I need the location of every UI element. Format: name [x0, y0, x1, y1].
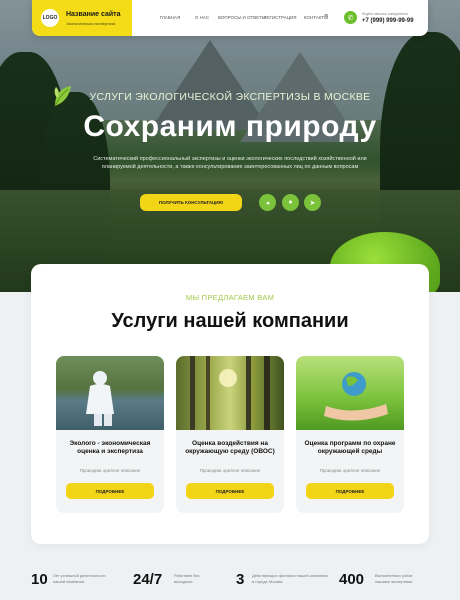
hero-section: [0, 0, 460, 292]
service-image-globe-hands: [296, 356, 404, 430]
stat-label: Выполненных работ нашими экспертами: [375, 573, 413, 584]
service-card[interactable]: Эколого - экономическая оценка и эксперт…: [56, 356, 164, 513]
main-nav: Главная О нас Вопросы и ответы Регистрац…: [154, 15, 332, 20]
telegram-icon[interactable]: ➤: [304, 194, 321, 211]
stat-label: Действующих филиала нашей компании в гор…: [252, 573, 328, 584]
logo-block[interactable]: LOGO Название сайта Экологическая экспер…: [32, 0, 132, 36]
stat-label: Работаем без выходных: [174, 573, 200, 584]
services-title: Услуги нашей компании: [111, 310, 349, 332]
get-consultation-button[interactable]: Получить консультацию: [140, 194, 242, 211]
logo[interactable]: LOGO: [41, 9, 59, 27]
site-tagline: Экологическая экспертиза: [66, 21, 116, 26]
phone-number[interactable]: +7 (999) 999-99-99: [362, 18, 414, 24]
vk-icon[interactable]: ◂: [259, 194, 276, 211]
services-panel: Мы предлагаем вам Услуги нашей компании …: [31, 264, 429, 544]
details-button[interactable]: Подробнее: [306, 483, 394, 499]
hero-title: Сохраним природу: [83, 110, 377, 143]
details-button[interactable]: Подробнее: [186, 483, 274, 499]
stat-value: 3: [236, 571, 245, 588]
nav-item-home[interactable]: Главная: [154, 15, 186, 20]
stat-value: 10: [31, 571, 48, 588]
service-title: Эколого - экономическая оценка и эксперт…: [69, 440, 151, 455]
whatsapp-icon[interactable]: ●: [282, 194, 299, 211]
service-image-scientist: [56, 356, 164, 430]
service-image-forest: [176, 356, 284, 430]
stat-value: 24/7: [133, 571, 163, 588]
service-title: Оценка воздействия на окружающую среду (…: [185, 440, 275, 455]
service-card[interactable]: Оценка воздействия на окружающую среду (…: [176, 356, 284, 513]
nav-item-faq[interactable]: Вопросы и ответы: [218, 15, 266, 20]
hero-kicker: Услуги экологической экспертизы в Москве: [89, 91, 371, 103]
phone-icon[interactable]: ✆: [344, 11, 357, 24]
service-title: Оценка программ по охране окружающей сре…: [304, 440, 396, 455]
service-desc: Проводим, краткое описание: [319, 468, 381, 473]
hamburger-icon[interactable]: ≡: [324, 13, 328, 20]
stat-value: 400: [339, 571, 365, 588]
phone-note: Ждём звонка ежедневно: [362, 11, 408, 16]
service-desc: Проводим, краткое описание: [79, 468, 141, 473]
service-desc: Проводим, краткое описание: [199, 468, 261, 473]
stat-label: Лет успешной деятельности нашей компании: [53, 573, 106, 584]
hero-description: Систематический профессиональный эксперт…: [93, 156, 367, 170]
service-card[interactable]: Оценка программ по охране окружающей сре…: [296, 356, 404, 513]
nav-item-register[interactable]: Регистрация: [260, 15, 300, 20]
services-kicker: Мы предлагаем вам: [185, 293, 275, 302]
site-name: Название сайта: [66, 11, 121, 18]
site-header: LOGO Название сайта Экологическая экспер…: [32, 0, 428, 36]
details-button[interactable]: Подробнее: [66, 483, 154, 499]
nav-item-about[interactable]: О нас: [186, 15, 218, 20]
